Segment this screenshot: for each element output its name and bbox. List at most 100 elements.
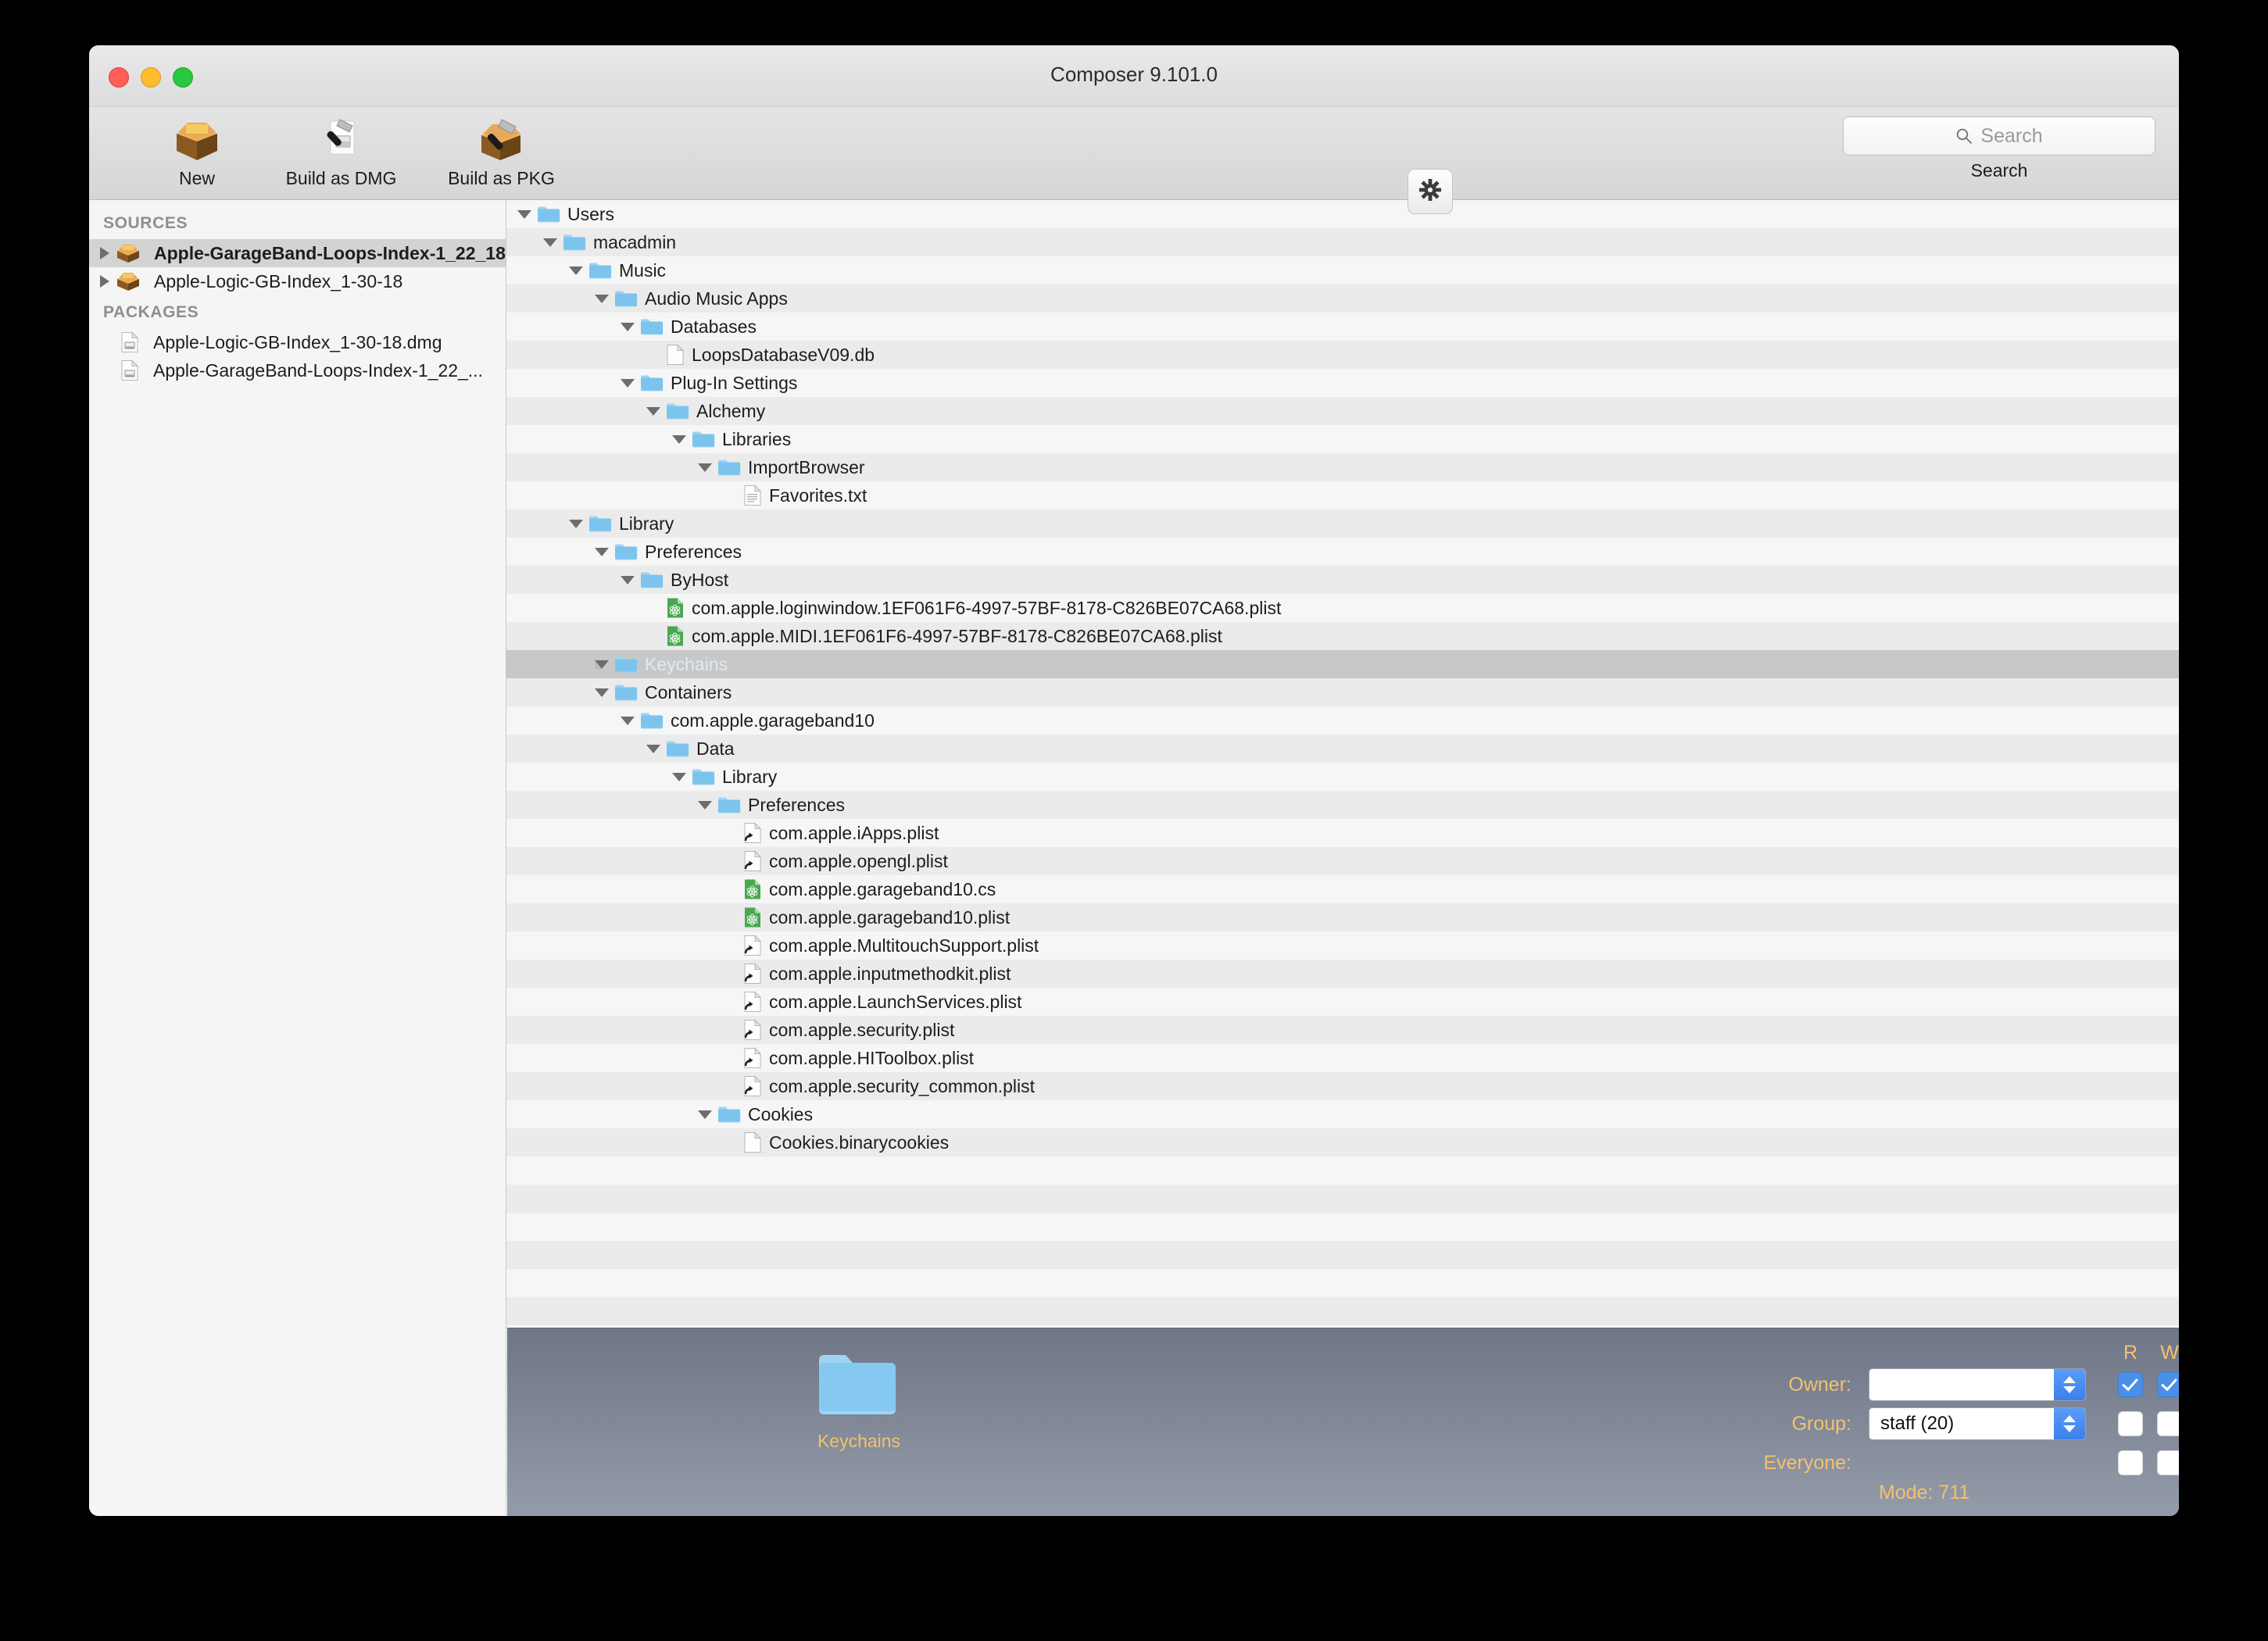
tree-row[interactable]: com.apple.LaunchServices.plist — [506, 988, 2179, 1016]
chevron-down-icon[interactable] — [595, 688, 609, 697]
chevron-down-icon[interactable] — [569, 519, 583, 528]
package-icon — [116, 243, 140, 263]
build-as-dmg-button[interactable]: Build as DMG — [257, 113, 425, 189]
tree-row[interactable]: com.apple.security_common.plist — [506, 1072, 2179, 1100]
hammer-disk-icon — [257, 113, 425, 166]
permission-row-label: Everyone: — [1763, 1451, 1851, 1474]
chevron-down-icon[interactable] — [569, 266, 583, 275]
build-as-pkg-button[interactable]: Build as PKG — [417, 113, 585, 189]
chevron-down-icon[interactable] — [595, 294, 609, 303]
tree-row[interactable]: Music — [506, 256, 2179, 284]
tree-row[interactable]: com.apple.inputmethodkit.plist — [506, 960, 2179, 988]
tree-row-label: com.apple.MultitouchSupport.plist — [769, 935, 1039, 956]
permission-checkbox-w[interactable] — [2157, 1411, 2179, 1436]
chevron-right-icon[interactable] — [100, 275, 109, 288]
tree-row[interactable]: com.apple.garageband10.plist — [506, 903, 2179, 931]
plist-icon — [743, 878, 762, 900]
folder-icon — [563, 233, 586, 252]
tree-row[interactable]: com.apple.security.plist — [506, 1016, 2179, 1044]
permission-checkbox-w[interactable] — [2157, 1450, 2179, 1475]
toolbar: New Build as DMG Build as PKG Search Sea… — [89, 107, 2179, 200]
chevron-down-icon[interactable] — [672, 434, 686, 444]
permission-checkboxes — [2111, 1372, 2179, 1397]
tree-row[interactable]: com.apple.MultitouchSupport.plist — [506, 931, 2179, 960]
tree-row-label: LoopsDatabaseV09.db — [692, 344, 875, 365]
chevron-down-icon[interactable] — [698, 1110, 712, 1119]
tree-row[interactable]: com.apple.loginwindow.1EF061F6-4997-57BF… — [506, 594, 2179, 622]
search-field[interactable]: Search — [1843, 116, 2155, 156]
sidebar-package-item[interactable]: Apple-GarageBand-Loops-Index-1_22_... — [89, 356, 506, 384]
folder-icon — [640, 711, 664, 731]
chevron-down-icon[interactable] — [621, 322, 635, 331]
tree-row[interactable]: com.apple.iApps.plist — [506, 819, 2179, 847]
chevron-down-icon[interactable] — [672, 772, 686, 781]
tree-row[interactable]: com.apple.HIToolbox.plist — [506, 1044, 2179, 1072]
tree-row[interactable]: Keychains — [506, 650, 2179, 678]
owner-select[interactable] — [1869, 1368, 2086, 1401]
search-icon — [1955, 127, 1973, 145]
permission-checkboxes — [2111, 1450, 2179, 1475]
text-doc-icon — [743, 484, 762, 506]
tree-row[interactable]: Containers — [506, 678, 2179, 706]
tree-row[interactable]: Library — [506, 763, 2179, 791]
chevron-down-icon[interactable] — [698, 800, 712, 810]
sidebar-source-item[interactable]: Apple-Logic-GB-Index_1-30-18 — [89, 267, 506, 295]
permission-checkbox-r[interactable] — [2118, 1450, 2143, 1475]
tree-row[interactable]: ByHost — [506, 566, 2179, 594]
sidebar-item-label: Apple-Logic-GB-Index_1-30-18.dmg — [153, 331, 442, 352]
permission-checkbox-r[interactable] — [2118, 1411, 2143, 1436]
new-button[interactable]: New — [150, 113, 244, 189]
chevron-down-icon[interactable] — [621, 575, 635, 585]
chevron-down-icon[interactable] — [595, 547, 609, 556]
tree-row[interactable]: Audio Music Apps — [506, 284, 2179, 313]
sidebar-item-label: Apple-Logic-GB-Index_1-30-18 — [154, 270, 403, 291]
tree-row[interactable]: Libraries — [506, 425, 2179, 453]
tree-row[interactable]: LoopsDatabaseV09.db — [506, 341, 2179, 369]
tree-row[interactable]: Preferences — [506, 791, 2179, 819]
alias-doc-icon — [743, 935, 762, 956]
tree-row[interactable]: com.apple.garageband10.cs — [506, 875, 2179, 903]
sidebar-package-item[interactable]: Apple-Logic-GB-Index_1-30-18.dmg — [89, 328, 506, 356]
chevron-down-icon[interactable] — [646, 744, 660, 753]
tree-row[interactable]: Favorites.txt — [506, 481, 2179, 509]
chevron-down-icon[interactable] — [543, 238, 557, 247]
tree-row[interactable]: macadmin — [506, 228, 2179, 256]
tree-row-label: Users — [567, 203, 615, 224]
tree-row[interactable]: ImportBrowser — [506, 453, 2179, 481]
sidebar: SOURCES Apple-GarageBand-Loops-Index-1_22… — [89, 200, 506, 1516]
tree-row[interactable]: Library — [506, 509, 2179, 538]
tree-row[interactable]: com.apple.MIDI.1EF061F6-4997-57BF-8178-C… — [506, 622, 2179, 650]
tree-row[interactable]: Preferences — [506, 538, 2179, 566]
permission-row: Group: staff (20) — [1734, 1405, 2179, 1443]
chevron-down-icon[interactable] — [621, 378, 635, 388]
chevron-updown-icon[interactable] — [2054, 1408, 2085, 1439]
tree-row-label: com.apple.garageband10.plist — [769, 906, 1011, 928]
tree-row[interactable]: Databases — [506, 313, 2179, 341]
chevron-down-icon[interactable] — [595, 660, 609, 669]
chevron-down-icon[interactable] — [621, 716, 635, 725]
group-select[interactable]: staff (20) — [1869, 1407, 2086, 1440]
tree-row[interactable]: Plug-In Settings — [506, 369, 2179, 397]
permission-checkbox-r[interactable] — [2118, 1372, 2143, 1397]
tree-row[interactable]: Cookies.binarycookies — [506, 1128, 2179, 1157]
chevron-right-icon[interactable] — [100, 247, 109, 259]
sidebar-group-header: PACKAGES — [103, 303, 199, 321]
item-preview: Keychains — [757, 1347, 961, 1452]
permission-checkbox-w[interactable] — [2157, 1372, 2179, 1397]
tree-row[interactable]: Alchemy — [506, 397, 2179, 425]
tree-row[interactable]: com.apple.opengl.plist — [506, 847, 2179, 875]
chevron-updown-icon[interactable] — [2054, 1369, 2085, 1400]
preview-name: Keychains — [817, 1431, 901, 1451]
plist-icon — [666, 597, 685, 619]
file-tree[interactable]: Users macadmin Music Audio Music Apps Databa… — [506, 200, 2179, 1516]
chevron-down-icon[interactable] — [646, 406, 660, 416]
tree-row[interactable]: Users — [506, 200, 2179, 228]
tree-row[interactable]: com.apple.garageband10 — [506, 706, 2179, 735]
permission-checkboxes — [2111, 1411, 2179, 1436]
tree-row[interactable]: Cookies — [506, 1100, 2179, 1128]
tree-row[interactable]: Data — [506, 735, 2179, 763]
gear-button[interactable] — [1408, 169, 1453, 214]
sidebar-source-item[interactable]: Apple-GarageBand-Loops-Index-1_22_18 — [89, 239, 506, 267]
chevron-down-icon[interactable] — [698, 463, 712, 472]
chevron-down-icon[interactable] — [517, 209, 531, 219]
